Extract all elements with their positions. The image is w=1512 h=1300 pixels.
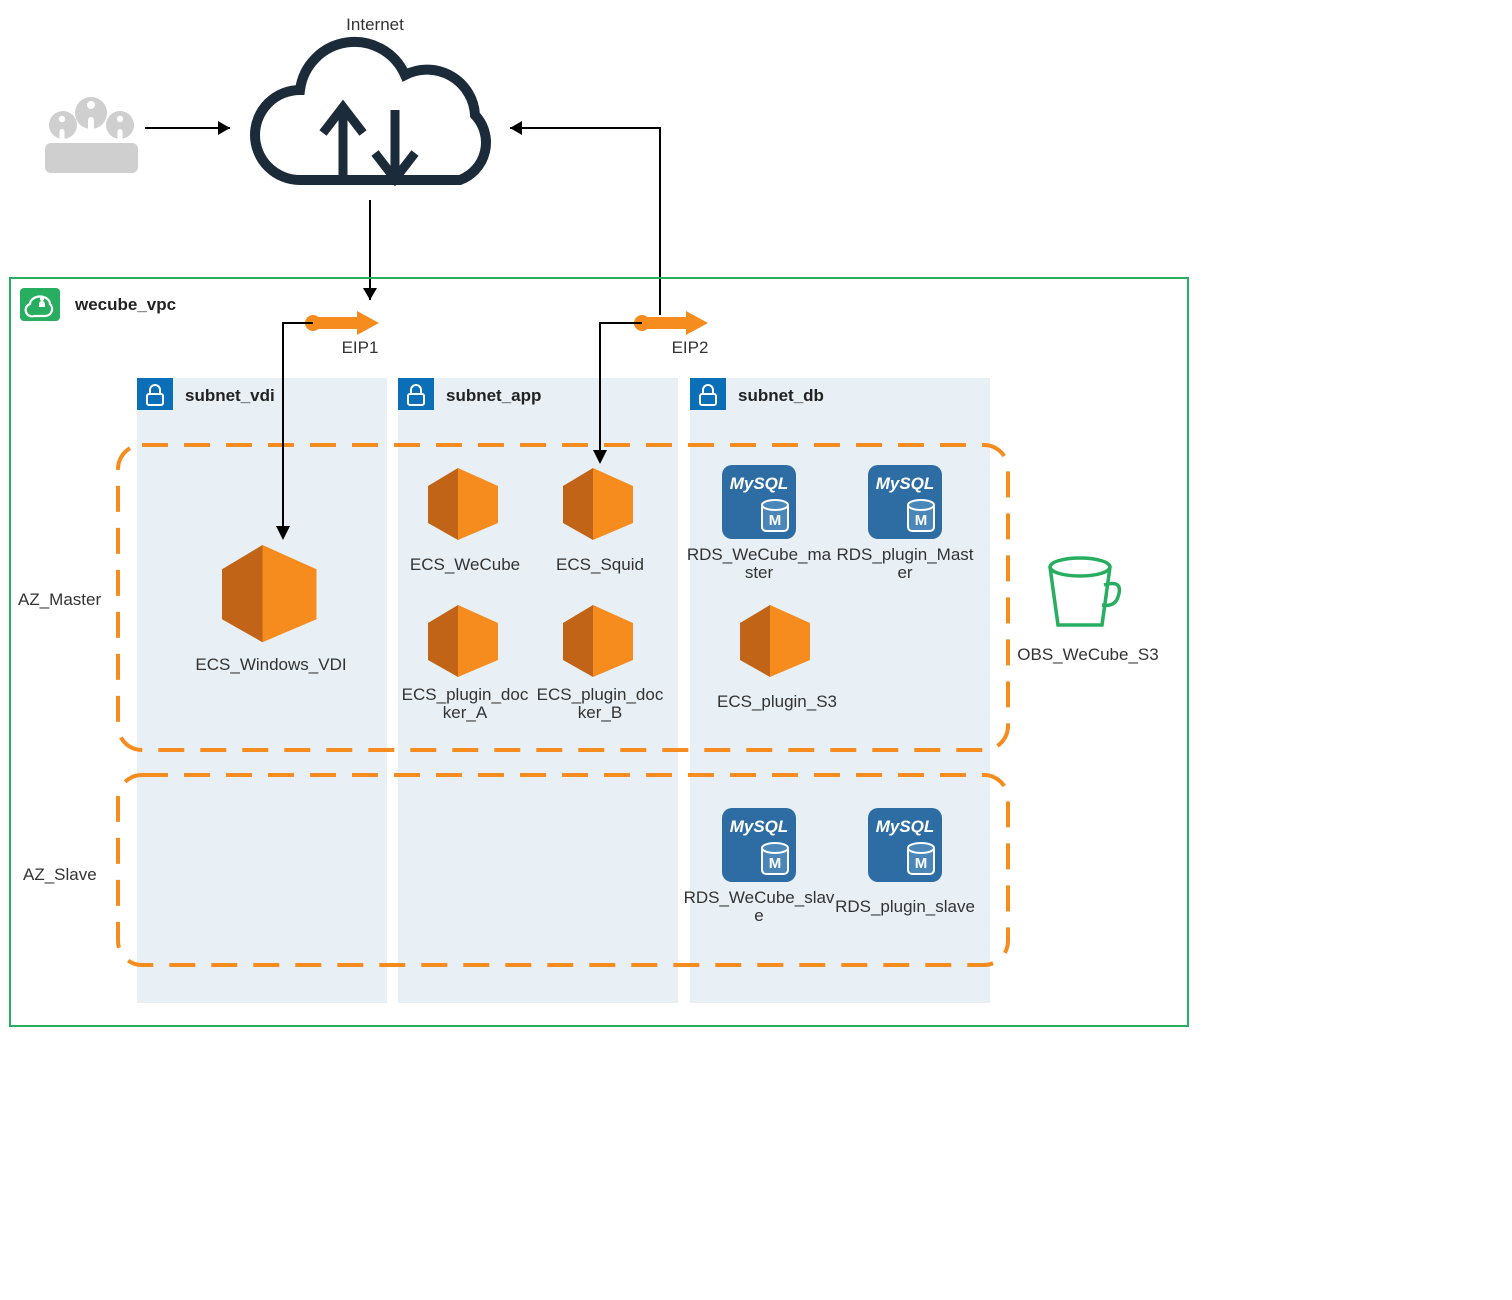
conn-eip2-to-cloud	[510, 121, 660, 315]
conn-users-to-cloud	[145, 121, 230, 135]
obs-bucket-icon	[1050, 558, 1119, 625]
eip1-arrow	[305, 311, 379, 335]
subnet-app-label: subnet_app	[446, 386, 541, 405]
ecs-windows-vdi-label: ECS_Windows_VDI	[195, 655, 346, 674]
rds-plugin-master-icon	[868, 465, 942, 539]
rds-plugin-slave-label: RDS_plugin_slave	[835, 897, 975, 916]
ecs-plugin-s3-label: ECS_plugin_S3	[717, 692, 837, 711]
eip2-label: EIP2	[672, 338, 709, 357]
internet-cloud-icon	[255, 42, 486, 180]
rds-plugin-slave-icon	[868, 808, 942, 882]
ecs-squid-label: ECS_Squid	[556, 555, 644, 574]
az-slave-label: AZ_Slave	[23, 865, 97, 884]
subnet-vdi-label: subnet_vdi	[185, 386, 275, 405]
subnet-vdi-column: subnet_vdi	[137, 378, 387, 1003]
eip1-label: EIP1	[342, 338, 379, 357]
obs-label: OBS_WeCube_S3	[1017, 645, 1158, 664]
conn-cloud-to-eip1	[363, 200, 377, 300]
internet-label: Internet	[346, 15, 404, 34]
rds-wecube-master-icon	[722, 465, 796, 539]
az-master-label: AZ_Master	[18, 590, 101, 609]
users-icon	[45, 97, 138, 173]
eip2-arrow	[634, 311, 708, 335]
subnet-db-label: subnet_db	[738, 386, 824, 405]
rds-wecube-slave-icon	[722, 808, 796, 882]
ecs-wecube-label: ECS_WeCube	[410, 555, 520, 574]
vpc-label: wecube_vpc	[74, 295, 176, 314]
